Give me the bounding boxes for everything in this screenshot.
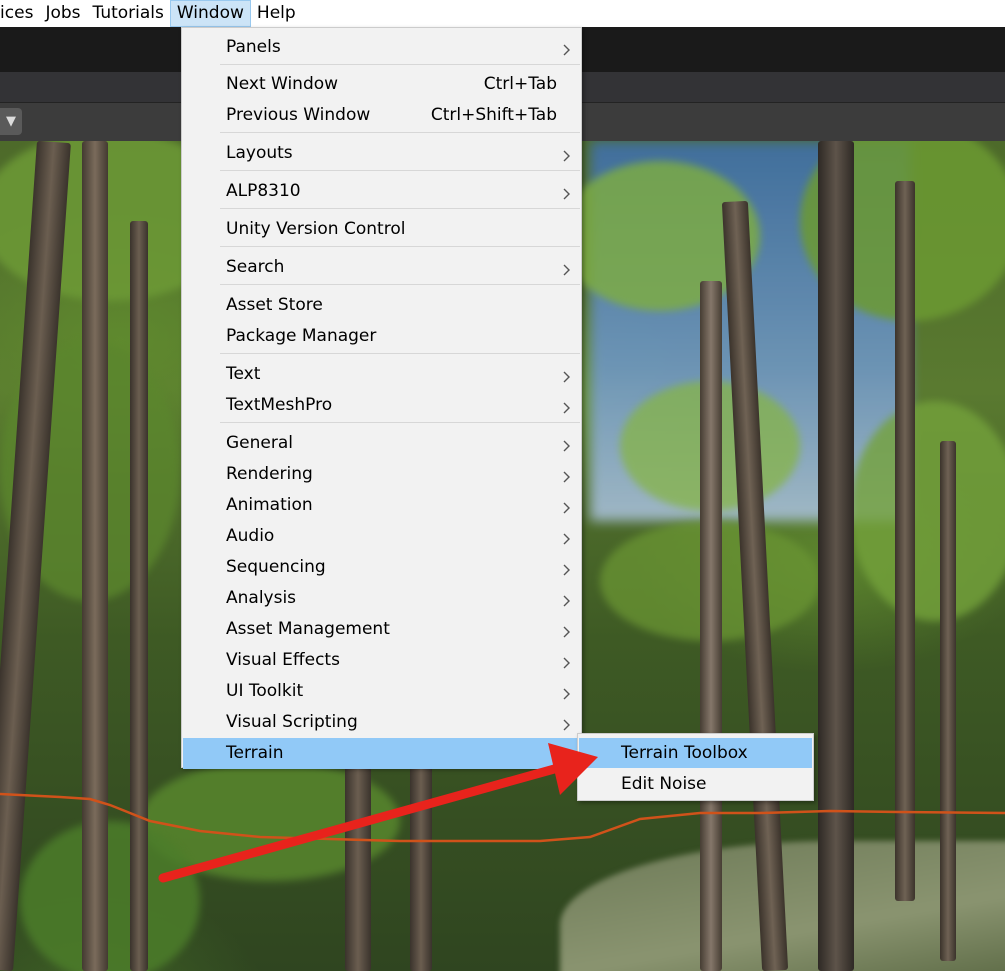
menu-item-label: Sequencing <box>226 557 326 577</box>
menu-item-label: Asset Management <box>226 619 390 639</box>
chevron-right-icon <box>561 623 573 638</box>
terrain-outline <box>0 792 1005 843</box>
menu-separator <box>220 353 580 354</box>
menu-services[interactable]: vices <box>0 0 39 27</box>
menu-item-label: Unity Version Control <box>226 219 406 239</box>
menu-item-panels[interactable]: Panels <box>183 32 581 63</box>
chevron-right-icon <box>561 561 573 576</box>
chevron-right-icon <box>561 437 573 452</box>
menu-item-label: Audio <box>226 526 275 546</box>
submenu-item-label: Terrain Toolbox <box>621 743 748 763</box>
chevron-right-icon <box>561 468 573 483</box>
submenu-item-label: Edit Noise <box>621 774 707 794</box>
triangle-down-icon: ▼ <box>6 114 16 129</box>
menu-item-label: Package Manager <box>226 326 377 346</box>
menu-item-shortcut: Ctrl+Tab <box>483 74 557 94</box>
menu-separator <box>220 132 580 133</box>
menu-separator <box>220 64 580 65</box>
menu-jobs[interactable]: Jobs <box>39 0 86 27</box>
menu-help[interactable]: Help <box>251 0 302 27</box>
menu-tutorials[interactable]: Tutorials <box>87 0 170 27</box>
menu-item-label: General <box>226 433 293 453</box>
chevron-right-icon <box>561 399 573 414</box>
menu-item-text[interactable]: Text <box>183 359 581 390</box>
menu-item-label: UI Toolkit <box>226 681 304 701</box>
menu-item-terrain[interactable]: Terrain <box>183 738 581 769</box>
menu-item-general[interactable]: General <box>183 428 581 459</box>
terrain-submenu: Terrain Toolbox Edit Noise <box>577 733 814 801</box>
menu-item-label: Visual Scripting <box>226 712 358 732</box>
chevron-right-icon <box>561 654 573 669</box>
menu-item-asset-management[interactable]: Asset Management <box>183 614 581 645</box>
menu-item-unity-version-control[interactable]: Unity Version Control <box>183 214 581 245</box>
menu-item-ui-toolkit[interactable]: UI Toolkit <box>183 676 581 707</box>
menu-item-audio[interactable]: Audio <box>183 521 581 552</box>
menu-item-label: TextMeshPro <box>226 395 333 415</box>
menu-item-rendering[interactable]: Rendering <box>183 459 581 490</box>
chevron-right-icon <box>561 592 573 607</box>
menu-item-label: Panels <box>226 37 281 57</box>
menu-item-label: Next Window <box>226 74 339 94</box>
menu-item-shortcut: Ctrl+Shift+Tab <box>430 105 557 125</box>
menu-separator <box>220 170 580 171</box>
chevron-right-icon <box>561 499 573 514</box>
menu-item-label: Visual Effects <box>226 650 340 670</box>
chevron-right-icon <box>561 368 573 383</box>
window-menu-dropdown: Panels Next Window Ctrl+Tab Previous Window… <box>181 27 582 769</box>
menu-item-label: Text <box>226 364 261 384</box>
menu-item-label: Search <box>226 257 285 277</box>
submenu-item-terrain-toolbox[interactable]: Terrain Toolbox <box>579 738 812 768</box>
menu-item-label: Layouts <box>226 143 293 163</box>
menu-item-next-window[interactable]: Next Window Ctrl+Tab <box>183 69 581 100</box>
menu-separator <box>220 284 580 285</box>
chevron-right-icon <box>561 185 573 200</box>
menu-item-label: Previous Window <box>226 105 371 125</box>
menu-item-asset-store[interactable]: Asset Store <box>183 290 581 321</box>
menu-item-textmeshpro[interactable]: TextMeshPro <box>183 390 581 421</box>
menu-item-label: Animation <box>226 495 313 515</box>
menu-window[interactable]: Window <box>169 0 251 27</box>
menu-item-package-manager[interactable]: Package Manager <box>183 321 581 352</box>
menu-item-label: Asset Store <box>226 295 323 315</box>
chevron-right-icon <box>561 530 573 545</box>
menu-item-analysis[interactable]: Analysis <box>183 583 581 614</box>
menu-item-layouts[interactable]: Layouts <box>183 138 581 169</box>
menu-item-previous-window[interactable]: Previous Window Ctrl+Shift+Tab <box>183 100 581 131</box>
menu-item-label: Rendering <box>226 464 313 484</box>
menu-separator <box>220 208 580 209</box>
menu-item-visual-scripting[interactable]: Visual Scripting <box>183 707 581 738</box>
chevron-right-icon <box>561 41 573 56</box>
menu-bar: vices Jobs Tutorials Window Help <box>0 0 1005 27</box>
menu-item-alp8310[interactable]: ALP8310 <box>183 176 581 207</box>
chevron-right-icon <box>561 147 573 162</box>
submenu-item-edit-noise[interactable]: Edit Noise <box>579 769 812 799</box>
menu-separator <box>220 246 580 247</box>
chevron-right-icon <box>561 747 573 762</box>
menu-item-label: Terrain <box>226 743 284 763</box>
menu-item-label: ALP8310 <box>226 181 301 201</box>
menu-item-search[interactable]: Search <box>183 252 581 283</box>
menu-item-animation[interactable]: Animation <box>183 490 581 521</box>
toolbar-dropdown-button[interactable]: ▼ <box>0 108 22 135</box>
chevron-right-icon <box>561 261 573 276</box>
menu-item-visual-effects[interactable]: Visual Effects <box>183 645 581 676</box>
chevron-right-icon <box>561 716 573 731</box>
menu-separator <box>220 422 580 423</box>
menu-item-label: Analysis <box>226 588 297 608</box>
menu-item-sequencing[interactable]: Sequencing <box>183 552 581 583</box>
chevron-right-icon <box>561 685 573 700</box>
